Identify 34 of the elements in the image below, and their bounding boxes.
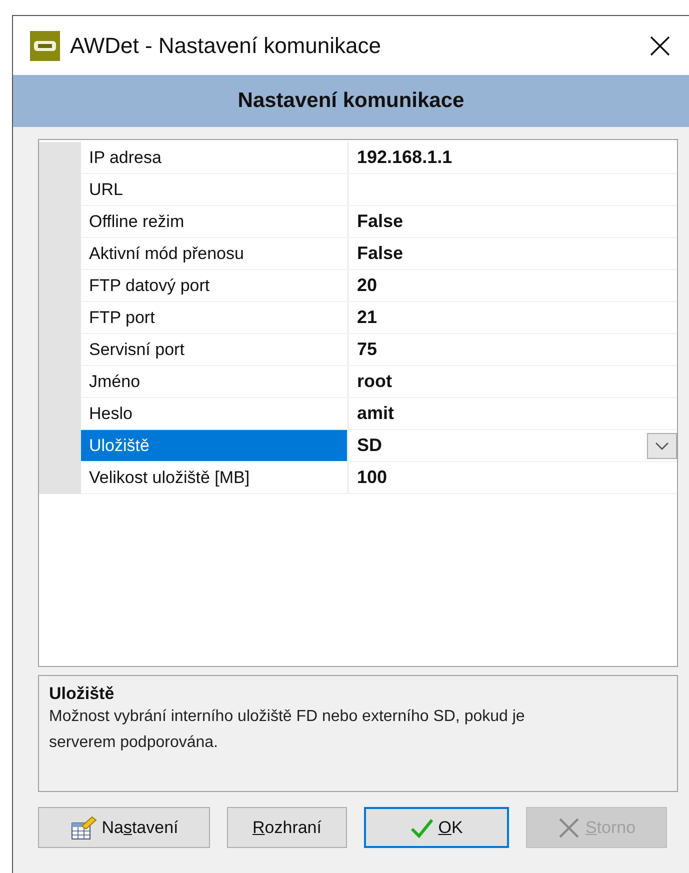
checkmark-icon <box>410 816 434 838</box>
cross-icon <box>557 816 582 838</box>
property-name[interactable]: Aktivní mód přenosu <box>81 238 349 270</box>
table-pencil-icon <box>70 814 98 842</box>
property-value[interactable]: 20 <box>357 275 677 296</box>
property-name[interactable]: Servisní port <box>81 334 349 366</box>
property-value[interactable]: False <box>357 243 677 264</box>
property-name[interactable]: FTP datový port <box>81 270 349 302</box>
property-value[interactable]: False <box>357 211 677 232</box>
section-header: Nastavení komunikace <box>13 75 689 127</box>
app-icon <box>30 30 60 60</box>
property-name[interactable]: URL <box>81 174 349 206</box>
property-name[interactable]: IP adresa <box>81 142 349 174</box>
close-icon[interactable] <box>649 34 671 56</box>
dropdown-button[interactable] <box>647 432 677 458</box>
property-value[interactable]: 21 <box>357 307 677 328</box>
property-value[interactable]: SD <box>357 435 647 456</box>
property-value[interactable]: 192.168.1.1 <box>357 147 677 168</box>
interface-button[interactable]: Rozhraní <box>227 807 347 848</box>
property-value[interactable]: amit <box>357 403 677 424</box>
window-title: AWDet - Nastavení komunikace <box>70 32 382 58</box>
property-name[interactable]: Jméno <box>81 366 349 398</box>
description-text: Možnost vybrání interního uložiště FD nebo externího SD, pokud je serverem podporována. <box>49 707 526 753</box>
property-name[interactable]: Velikost uložiště [MB] <box>81 462 349 494</box>
property-value[interactable]: root <box>357 371 677 392</box>
property-value[interactable]: 75 <box>357 339 677 360</box>
chevron-down-icon <box>654 440 670 450</box>
property-name[interactable]: FTP port <box>81 302 349 334</box>
ok-button[interactable]: OK <box>364 807 509 848</box>
description-title: Uložiště <box>49 684 116 704</box>
property-name[interactable]: Offline režim <box>81 206 349 238</box>
property-name[interactable]: Uložiště <box>81 430 349 462</box>
settings-button[interactable]: Nastavení <box>38 807 210 848</box>
property-value[interactable]: 100 <box>357 467 677 488</box>
